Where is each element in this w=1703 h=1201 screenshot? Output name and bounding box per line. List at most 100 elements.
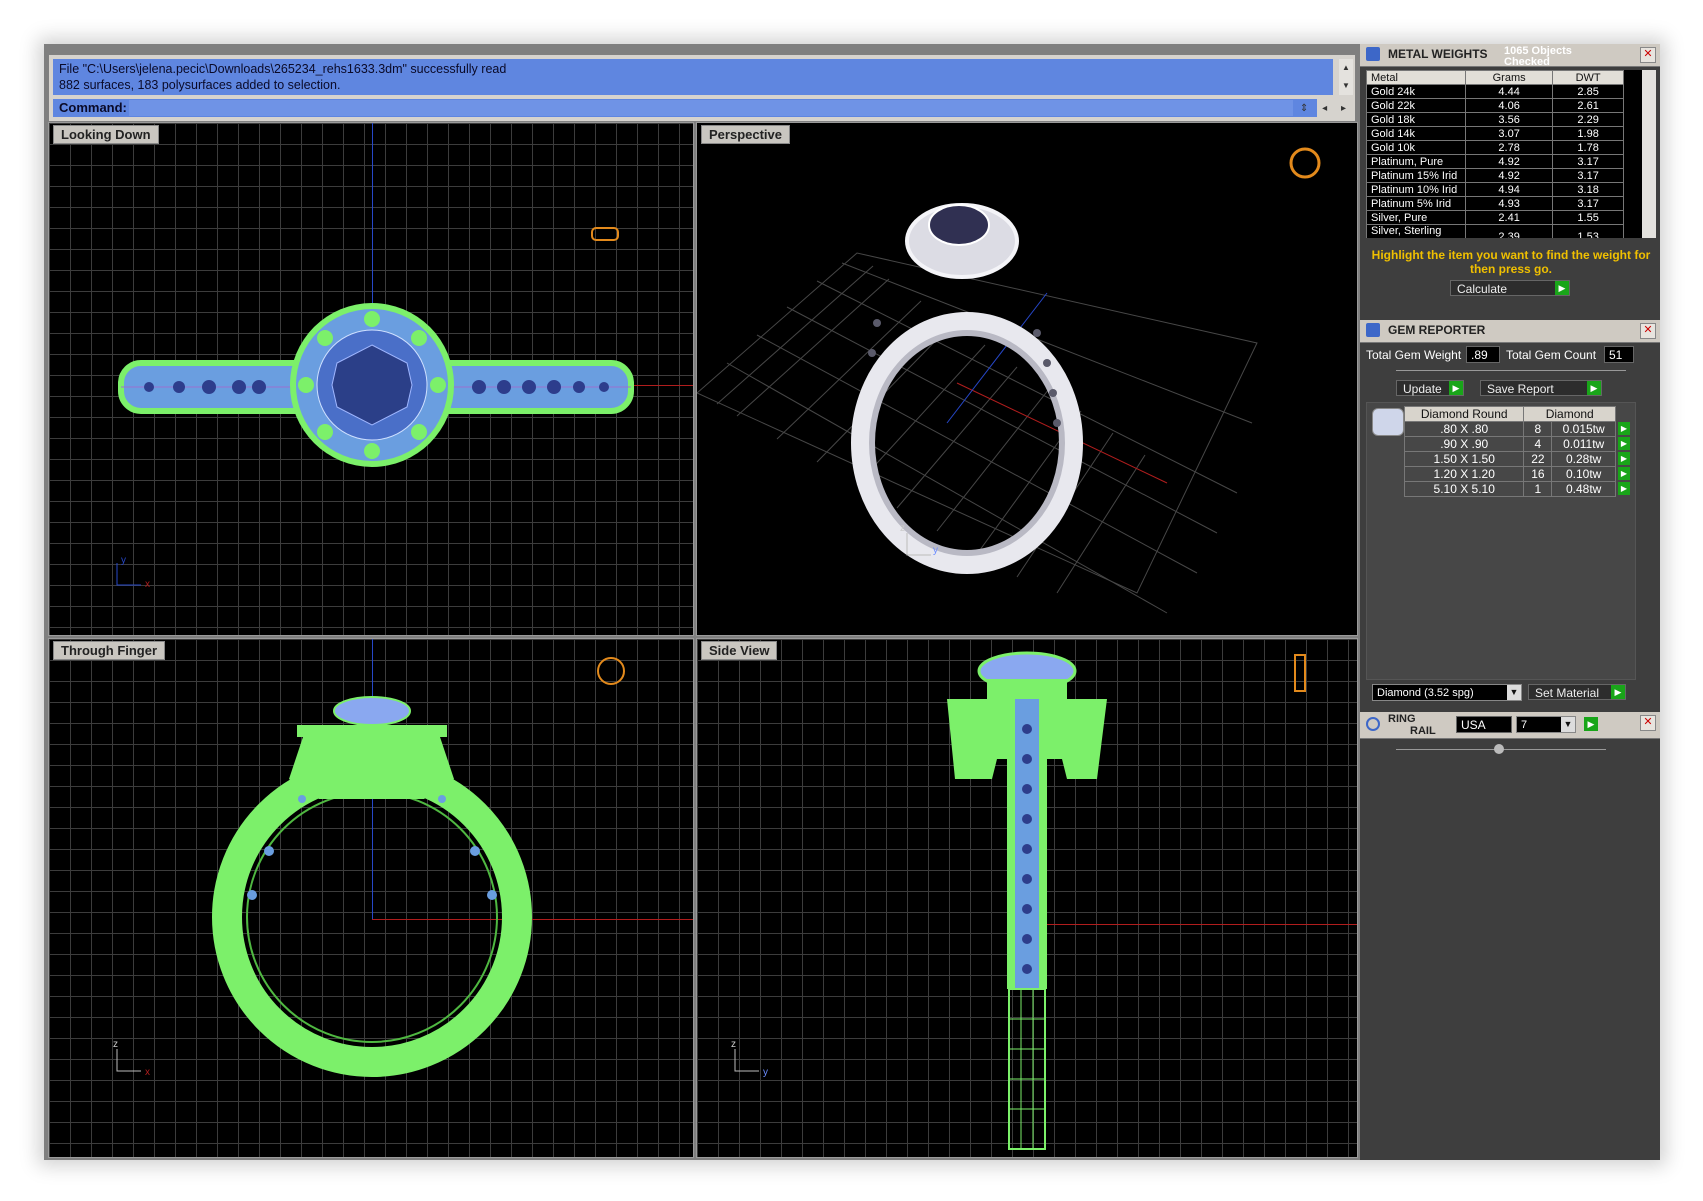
command-label: Command: [59, 100, 127, 115]
metal-row[interactable]: Gold 18k 3.56 2.29 [1366, 112, 1624, 127]
viewport-title[interactable]: Perspective [701, 125, 790, 144]
go-arrow-icon[interactable]: ▶ [1618, 467, 1630, 480]
go-arrow-icon[interactable]: ▶ [1555, 281, 1569, 295]
prev-arrow-icon[interactable]: ◂ [1322, 103, 1327, 114]
metal-dwt: 3.17 [1552, 154, 1624, 169]
viewport-side-view[interactable]: z y Side View [696, 638, 1358, 1158]
calculate-button[interactable]: Calculate ▶ [1450, 280, 1570, 296]
svg-text:y: y [121, 555, 126, 566]
ring-rail-title-1: RING [1388, 713, 1416, 725]
ring-size-select[interactable]: 7 ▼ [1516, 716, 1576, 733]
column-header[interactable]: DWT [1552, 70, 1624, 85]
close-icon[interactable]: ✕ [1640, 715, 1656, 731]
go-arrow-icon[interactable]: ▶ [1449, 381, 1463, 395]
gem-row[interactable]: 1.20 X 1.20 16 0.10tw [1403, 466, 1616, 482]
go-arrow-icon[interactable]: ▶ [1587, 381, 1601, 395]
metal-dwt: 2.29 [1552, 112, 1624, 127]
metal-row[interactable]: Platinum 10% Irid 4.94 3.18 [1366, 182, 1624, 197]
go-arrow-icon[interactable]: ▶ [1584, 717, 1598, 731]
metal-dwt: 1.98 [1552, 126, 1624, 141]
metal-grams: 4.44 [1464, 84, 1554, 99]
ring-rail-header: RING RAIL USA 7 ▼ ▶ ✕ [1360, 712, 1660, 739]
metal-row[interactable]: Platinum, Pure 4.92 3.17 [1366, 154, 1624, 169]
material-select[interactable]: Diamond (3.52 spg) ▼ [1372, 684, 1522, 701]
metal-weights-hint: Highlight the item you want to find the … [1371, 248, 1651, 276]
metal-grams: 3.07 [1464, 126, 1554, 141]
gem-reporter-title: GEM REPORTER [1388, 323, 1486, 337]
ring-rail-slider-knob[interactable] [1494, 744, 1504, 754]
metal-row[interactable]: Gold 10k 2.78 1.78 [1366, 140, 1624, 155]
country-field[interactable]: USA [1456, 716, 1512, 733]
metal-grams: 2.78 [1464, 140, 1554, 155]
metal-dwt: 1.53 [1552, 224, 1624, 238]
save-report-button[interactable]: Save Report ▶ [1480, 380, 1602, 396]
viewport-through-finger[interactable]: Through Finger z x [48, 638, 694, 1158]
svg-text:z: z [731, 1039, 736, 1050]
metal-weights-scrollbar[interactable] [1642, 70, 1656, 238]
metal-row[interactable]: Gold 24k 4.44 2.85 [1366, 84, 1624, 99]
next-arrow-icon[interactable]: ▸ [1341, 103, 1346, 114]
svg-text:x: x [145, 579, 150, 590]
metal-weights-table: Metal Grams DWT Gold 24k 4.44 2.85 Gold 22k… [1366, 70, 1624, 238]
gem-size: .90 X .90 [1403, 436, 1525, 452]
go-arrow-icon[interactable]: ▶ [1618, 422, 1630, 435]
metal-name: Gold 14k [1366, 126, 1466, 141]
history-scrollbar[interactable]: ▲ ▼ [1339, 59, 1353, 95]
svg-text:x: x [145, 1067, 150, 1078]
chevron-down-icon[interactable]: ▼ [1561, 717, 1575, 732]
ring-side-view: z y [731, 651, 1306, 1150]
ring-top-view: y x [116, 227, 634, 590]
column-header[interactable]: Grams [1464, 70, 1554, 85]
set-material-button[interactable]: Set Material ▶ [1528, 684, 1626, 700]
metal-row[interactable]: Platinum 15% Irid 4.92 3.17 [1366, 168, 1624, 183]
metal-row[interactable]: Silver, Pure 2.41 1.55 [1366, 210, 1624, 225]
gem-row[interactable]: 5.10 X 5.10 1 0.48tw [1403, 481, 1616, 497]
metal-row[interactable]: Gold 14k 3.07 1.98 [1366, 126, 1624, 141]
viewport-looking-down[interactable]: Looking Down y x [48, 122, 694, 636]
metal-row[interactable]: Platinum 5% Irid 4.93 3.17 [1366, 196, 1624, 211]
command-history: File "C:\Users\jelena.pecic\Downloads\26… [53, 59, 1333, 95]
chevron-down-icon[interactable]: ▼ [1507, 685, 1521, 700]
close-icon[interactable]: ✕ [1640, 323, 1656, 339]
go-arrow-icon[interactable]: ▶ [1611, 685, 1625, 699]
gem-go-column: ▶ ▶ ▶ ▶ ▶ [1618, 422, 1632, 497]
column-header[interactable]: Metal [1366, 70, 1466, 85]
go-arrow-icon[interactable]: ▶ [1618, 437, 1630, 450]
svg-text:y: y [933, 545, 938, 556]
gem-reporter-slider[interactable] [1396, 370, 1626, 371]
command-input[interactable] [129, 100, 1293, 116]
command-controls: ⇕ ◂ ▸ [1293, 99, 1353, 117]
metal-name: Gold 24k [1366, 84, 1466, 99]
go-arrow-icon[interactable]: ▶ [1618, 482, 1630, 495]
svg-text:y: y [763, 1067, 768, 1078]
gem-row[interactable]: 1.50 X 1.50 22 0.28tw [1403, 451, 1616, 467]
gem-table: Diamond Round Diamond .80 X .80 8 0.015tw.… [1403, 406, 1616, 497]
gem-weight: 0.48tw [1551, 481, 1616, 497]
metal-name: Gold 22k [1366, 98, 1466, 113]
ring-rail-icon [1366, 717, 1380, 731]
metal-weights-header: METAL WEIGHTS 1065 Objects Checked ✕ [1360, 44, 1660, 68]
gem-row[interactable]: .90 X .90 4 0.011tw [1403, 436, 1616, 452]
gem-weight: 0.10tw [1551, 466, 1616, 482]
metal-name: Gold 10k [1366, 140, 1466, 155]
metal-name: Gold 18k [1366, 112, 1466, 127]
viewport-title[interactable]: Side View [701, 641, 778, 660]
metal-row[interactable]: Gold 22k 4.06 2.61 [1366, 98, 1624, 113]
metal-name: Silver, Pure [1366, 210, 1466, 225]
viewport-perspective[interactable]: z y Perspective [696, 122, 1358, 636]
metal-name: Platinum, Pure [1366, 154, 1466, 169]
metal-dwt: 3.17 [1552, 168, 1624, 183]
go-arrow-icon[interactable]: ▶ [1618, 452, 1630, 465]
objects-checked: 1065 Objects Checked [1504, 45, 1572, 68]
command-line: Command: [53, 99, 1317, 117]
ring-rail-title-2: RAIL [1410, 725, 1436, 737]
update-button[interactable]: Update ▶ [1396, 380, 1464, 396]
gem-row[interactable]: .80 X .80 8 0.015tw [1403, 421, 1616, 437]
spin-icon[interactable]: ⇕ [1300, 103, 1308, 114]
metal-weights-table-wrap: Metal Grams DWT Gold 24k 4.44 2.85 Gold 22k… [1366, 70, 1642, 238]
metal-row[interactable]: Silver, Sterling (9...2.391.53 [1366, 224, 1624, 238]
metal-grams: 4.94 [1464, 182, 1554, 197]
close-icon[interactable]: ✕ [1640, 47, 1656, 63]
history-line-2: 882 surfaces, 183 polysurfaces added to … [59, 78, 341, 92]
metal-weights-body: Gold 24k 4.44 2.85 Gold 22k 4.06 2.61 Gold 18k… [1366, 84, 1624, 238]
